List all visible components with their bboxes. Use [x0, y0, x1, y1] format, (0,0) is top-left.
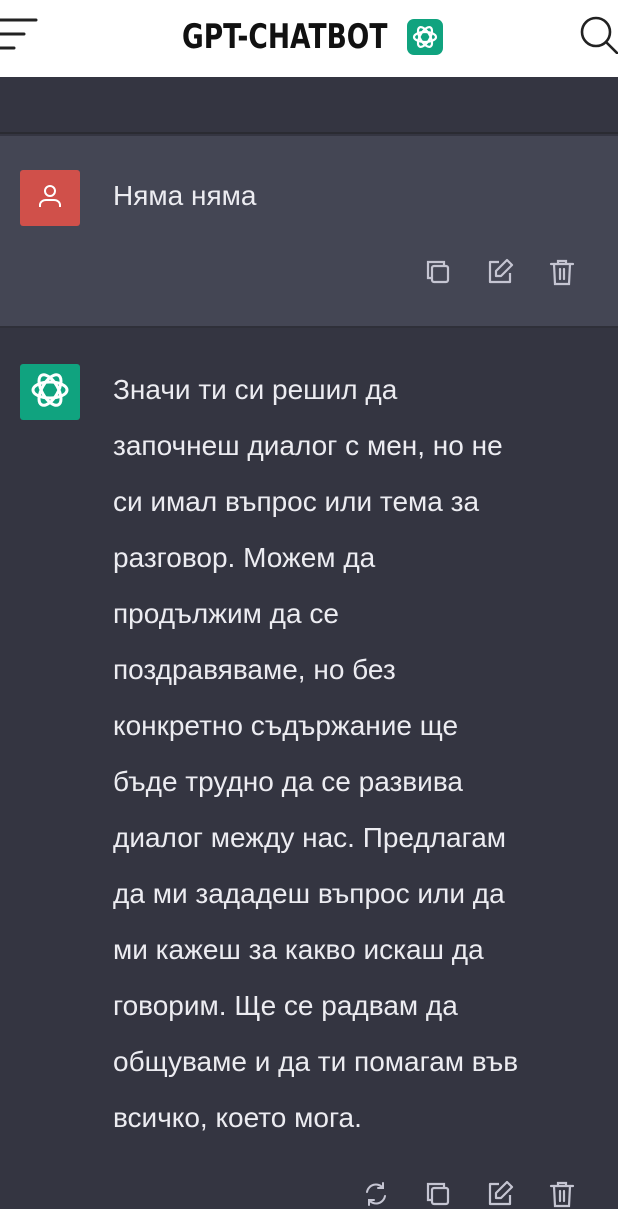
message-actions	[422, 256, 618, 288]
message-line: ми кажеш за какво искаш да	[113, 934, 484, 965]
message-line: конкретно съдържание ще	[113, 710, 459, 741]
message-line: всичко, което мога.	[113, 1102, 362, 1133]
menu-icon[interactable]	[0, 14, 40, 54]
message-line: започнеш диалог с мен, но не	[113, 430, 503, 461]
message-line: разговор. Можем да	[113, 542, 376, 573]
brand: GPT-CHATBOT	[175, 16, 443, 57]
message-line: си имал въпрос или тема за	[113, 486, 480, 517]
brand-title: GPT-CHATBOT	[182, 16, 388, 57]
regenerate-icon[interactable]	[360, 1178, 392, 1209]
trash-icon[interactable]	[546, 256, 578, 288]
message-line: говорим. Ще се радвам да	[113, 990, 458, 1021]
message-line: продължим да се	[113, 598, 339, 629]
app-header: GPT-CHATBOT	[0, 0, 618, 77]
message-line: бъде трудно да се развива	[113, 766, 463, 797]
search-icon[interactable]	[576, 12, 618, 56]
message-line: да ми зададеш въпрос или да	[113, 878, 505, 909]
message-actions	[360, 1178, 618, 1209]
message-text: Няма няма	[113, 180, 257, 211]
openai-logo-icon	[29, 369, 71, 416]
message-row-previous	[0, 45, 618, 134]
copy-icon[interactable]	[422, 256, 454, 288]
message-line: диалог между нас. Предлагам	[113, 822, 507, 853]
message-row-user: Няма няма	[0, 136, 618, 328]
message-line: Значи ти си решил да	[113, 374, 398, 405]
copy-icon[interactable]	[422, 1178, 454, 1209]
bot-avatar	[20, 364, 80, 420]
message-line: общуваме и да ти помагам във	[113, 1046, 519, 1077]
message-row-bot: Значи ти си решил да започнеш диалог с м…	[0, 328, 618, 1209]
message-text: Значи ти си решил да започнеш диалог с м…	[113, 362, 598, 1146]
user-icon	[36, 182, 64, 215]
openai-logo-icon	[406, 18, 443, 55]
trash-icon[interactable]	[546, 1178, 578, 1209]
edit-icon[interactable]	[484, 1178, 516, 1209]
user-avatar	[20, 170, 80, 226]
message-line: поздравяваме, но без	[113, 654, 396, 685]
edit-icon[interactable]	[484, 256, 516, 288]
